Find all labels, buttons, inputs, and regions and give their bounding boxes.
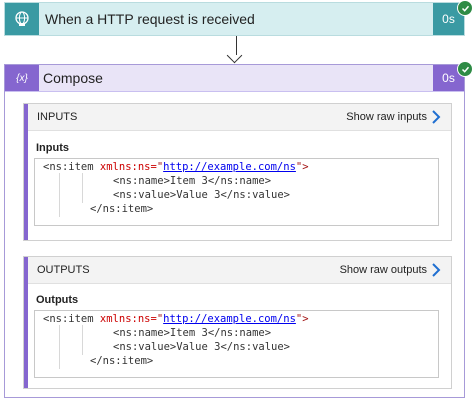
code-line: <ns:name>Item 3</ns:name> (113, 327, 272, 339)
code-line: </ns:item> (90, 203, 154, 215)
chevron-right-icon[interactable] (429, 262, 443, 278)
show-raw-outputs-link[interactable]: Show raw outputs (340, 264, 427, 276)
globe-request-icon (5, 3, 39, 35)
inputs-title: INPUTS (37, 111, 78, 123)
arrow-down-icon (226, 47, 243, 64)
compose-card: {x} Compose 0s INPUTS Show raw inputs In… (4, 64, 465, 398)
namespace-link[interactable]: http://example.com/ns (163, 161, 296, 173)
braces-icon: {x} (5, 65, 39, 91)
inputs-code-box[interactable]: <ns:item xmlns:ns="http://example.com/ns… (34, 158, 439, 226)
trigger-card[interactable]: When a HTTP request is received 0s (4, 2, 465, 36)
outputs-code-box[interactable]: <ns:item xmlns:ns="http://example.com/ns… (34, 310, 439, 378)
indent-guide (59, 173, 60, 217)
outputs-section: OUTPUTS Show raw outputs Outputs <ns:ite… (23, 256, 452, 389)
inputs-header: INPUTS Show raw inputs (28, 104, 451, 131)
inputs-section: INPUTS Show raw inputs Inputs <ns:item x… (23, 103, 452, 241)
indent-guide (82, 173, 83, 203)
outputs-header: OUTPUTS Show raw outputs (28, 257, 451, 284)
inputs-field-label: Inputs (36, 142, 69, 154)
chevron-right-icon[interactable] (429, 109, 443, 125)
indent-guide (59, 325, 60, 369)
outputs-field-label: Outputs (36, 294, 79, 306)
code-line: </ns:item> (90, 355, 154, 367)
indent-guide (82, 325, 83, 355)
compose-title: Compose (43, 70, 103, 86)
compose-success-icon (457, 61, 473, 77)
code-line: <ns:name>Item 3</ns:name> (113, 175, 272, 187)
namespace-link[interactable]: http://example.com/ns (163, 313, 296, 325)
code-line: <ns:value>Value 3</ns:value> (113, 189, 291, 201)
code-line: <ns:item xmlns:ns="http://example.com/ns… (43, 161, 309, 173)
show-raw-inputs-link[interactable]: Show raw inputs (346, 111, 427, 123)
code-line: <ns:value>Value 3</ns:value> (113, 341, 291, 353)
trigger-title: When a HTTP request is received (45, 11, 255, 27)
trigger-success-icon (457, 0, 473, 16)
compose-header[interactable]: {x} Compose 0s (5, 65, 464, 92)
outputs-title: OUTPUTS (37, 264, 90, 276)
code-line: <ns:item xmlns:ns="http://example.com/ns… (43, 313, 309, 325)
